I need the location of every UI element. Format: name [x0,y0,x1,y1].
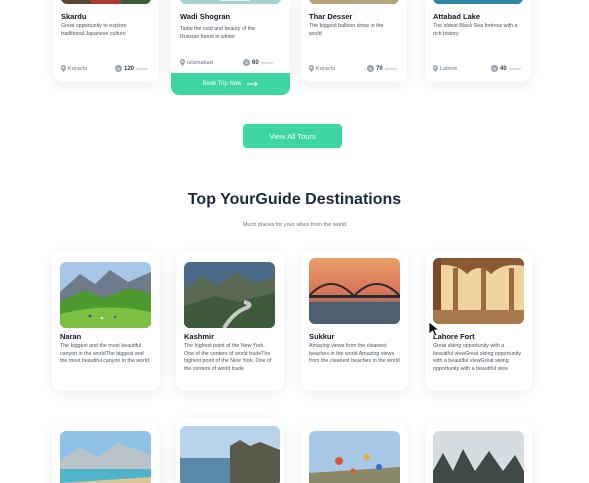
tour-location: Karachi [309,65,335,72]
map-pin-icon [180,59,185,66]
tour-card-attabad-lake[interactable]: Attabad Lake The oldest Black Sea fortre… [425,0,531,82]
tour-price: $ 60 /person [243,59,273,66]
tour-location-label: Islamabad [187,59,213,66]
tour-description: Great opportunity to explore traditional… [61,23,127,37]
destination-card-row2-2[interactable] [176,418,284,483]
destination-image-kashmir [184,262,275,328]
destination-image [180,426,280,483]
tour-price: $ 120 /person [115,65,148,72]
book-trip-label: Book Trip Now [202,81,242,87]
destination-description: Great skiing opportunity with a beautifu… [433,343,522,372]
tour-price-value: 70 [376,65,383,72]
tour-card-thar-desser[interactable]: Thar Desser The biggest balloon show in … [301,0,407,82]
section-subtitle: Much places for your vibes from the worl… [242,222,347,228]
mouse-pointer-icon [428,321,441,337]
arrow-right-icon [246,81,258,87]
tour-description: The biggest balloon show in the world [309,23,384,37]
tour-location-label: Karachi [68,65,87,72]
section-title: Top YourGuide Destinations [187,191,402,208]
destination-title: Sukkur [309,332,335,341]
tour-price-unit: /person [136,66,149,71]
tour-price-value: 120 [124,65,135,72]
tour-location-label: Karachi [316,65,335,72]
destination-card-naran[interactable]: Naran The biggest and the most beautiful… [52,251,160,391]
book-trip-button[interactable]: Book Trip Now [171,73,290,95]
tour-location: Karachi [61,65,87,72]
tour-price-unit: /person [260,60,273,65]
tour-price: $ 70 /person [367,65,397,72]
destination-card-row2-3[interactable] [301,423,408,483]
tour-title: Attabad Lake [433,12,481,21]
destination-card-kashmir[interactable]: Kashmir The highest point of the New Yor… [176,251,284,391]
map-pin-icon [433,65,438,72]
tour-title: Thar Desser [309,12,353,21]
tour-title: Skardu [61,12,87,21]
destination-image [433,431,524,483]
tour-image-thar-desser [309,0,399,4]
coin-icon: $ [367,65,374,72]
tour-image-attabad-lake [433,0,523,4]
tour-price: $ 40 /person [491,65,521,72]
destination-image [309,431,400,483]
destination-title: Naran [60,332,82,341]
tour-description: The oldest Black Sea fortress with a ric… [433,23,518,37]
tour-image-wadi-shogran [180,0,281,4]
destination-title: Kashmir [184,332,215,341]
destination-image-naran [60,262,151,328]
destination-card-row2-4[interactable] [425,423,532,483]
tour-title: Wadi Shogran [180,12,231,21]
destination-card-row2-1[interactable] [52,423,160,483]
destination-image-lahore-fort [433,258,524,324]
tour-price-value: 60 [252,59,259,66]
destination-description: Amazing views from the cleanest beaches … [309,343,400,365]
coin-icon: $ [115,65,122,72]
tour-card-wadi-shogran[interactable]: Wadi Shogran Taste the cold and beauty o… [171,0,290,84]
tour-card-skardu[interactable]: Skardu Great opportunity to explore trad… [53,0,159,82]
destination-card-sukkur[interactable]: Sukkur Amazing views from the cleanest b… [301,251,408,391]
tour-location: Lahore [433,65,457,72]
map-pin-icon [309,65,314,72]
tour-price-unit: /person [384,66,397,71]
coin-icon: $ [491,65,498,72]
tour-image-skardu [61,0,151,4]
destination-description: The biggest and the most beautiful canyo… [60,343,149,365]
map-pin-icon [61,65,66,72]
destination-image [60,431,151,483]
tour-location: Islamabad [180,59,213,66]
tour-price-value: 40 [500,65,507,72]
tour-price-unit: /person [508,66,521,71]
tour-location-label: Lahore [440,65,458,72]
view-all-tours-button[interactable]: View All Tours [243,124,342,148]
coin-icon: $ [243,59,250,66]
tour-description: Taste the cold and beauty of the Russian… [180,26,256,40]
destination-image-sukkur [309,258,400,324]
destination-description: The highest point of the New York. One o… [184,343,272,372]
